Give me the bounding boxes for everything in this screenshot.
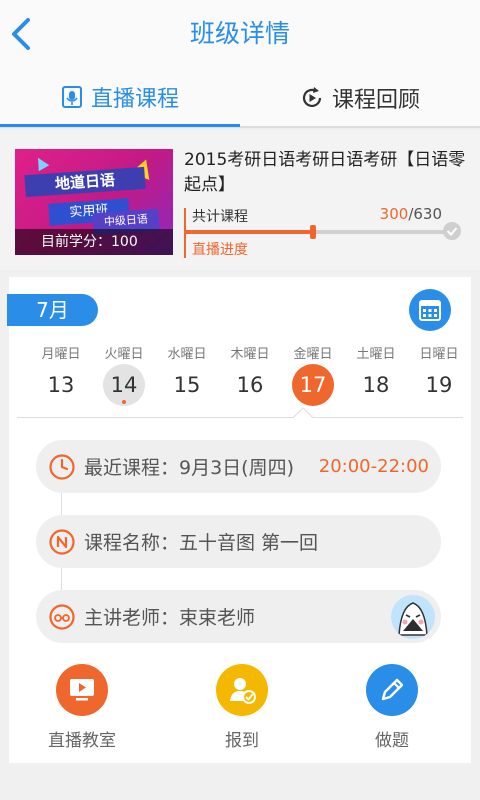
day-cell[interactable]: 水曜日 15 [157, 343, 217, 406]
live-room-icon [56, 664, 108, 716]
back-button[interactable] [8, 14, 38, 54]
day-number: 15 [173, 373, 201, 397]
divider [17, 417, 463, 418]
weekday-name: 火曜日 [104, 347, 144, 362]
clock-icon [49, 453, 75, 480]
top-bar: 班级详情 [0, 0, 480, 70]
progress-marker [309, 225, 316, 239]
day-cell[interactable]: 木曜日 16 [220, 343, 280, 406]
live-class-icon [61, 85, 83, 109]
day-number: 16 [236, 373, 264, 397]
tab-live-course-label: 直播课程 [90, 87, 179, 112]
day-number: 19 [425, 373, 453, 397]
day-cell-today[interactable]: 火曜日 14 [94, 343, 154, 406]
connector-line [61, 568, 62, 590]
month-badge: 7月 [7, 294, 98, 326]
day-number: 18 [362, 373, 390, 397]
exercise-button[interactable]: 做题 [332, 664, 452, 751]
calendar-icon [419, 300, 441, 321]
day-number: 17 [292, 364, 334, 406]
glasses-icon [49, 603, 75, 630]
day-number: 14 [103, 364, 145, 406]
tab-bar: 直播课程 课程回顾 [0, 70, 480, 128]
teacher-avatar[interactable] [391, 594, 435, 639]
tab-live-course[interactable]: 直播课程 [0, 70, 240, 127]
day-cell-selected[interactable]: 金曜日 17 [283, 343, 343, 406]
course-count: 300/630 [380, 205, 442, 223]
recent-course-text: 最近课程：9月3日(周四) [84, 457, 295, 479]
total-count: /630 [408, 205, 442, 223]
thumb-line-1: 地道日语 [24, 166, 146, 198]
done-count: 300 [379, 205, 409, 223]
total-courses-label: 共计课程 [192, 209, 248, 225]
course-summary[interactable]: 地道日语 实用班 中级日语 目前学分：100 2015考研日语考研日语考研【日语… [0, 130, 480, 270]
day-number-text: 14 [110, 373, 138, 397]
action-bar: 直播教室 报到 做题 [9, 664, 471, 754]
day-number: 13 [47, 373, 75, 397]
credit-text: 目前学分：100 [15, 229, 173, 255]
live-room-button[interactable]: 直播教室 [22, 664, 142, 751]
teacher-row[interactable]: 主讲老师：束束老师 [36, 590, 441, 643]
weekday-name: 木曜日 [230, 347, 270, 362]
course-time: 20:00-22:00 [318, 456, 429, 477]
weekday-name: 土曜日 [356, 347, 396, 362]
replay-icon [300, 86, 324, 110]
check-circle-icon [443, 222, 461, 240]
teacher-text: 主讲老师：束束老师 [84, 607, 256, 629]
course-name-row[interactable]: 课程名称：五十音图 第一回 [36, 515, 441, 568]
check-in-label: 报到 [225, 731, 259, 751]
week-strip: 月曜日 13 火曜日 14 水曜日 15 木曜日 16 金曜日 17 土曜日 1… [21, 343, 459, 415]
check-in-icon [216, 664, 268, 716]
calendar-button[interactable] [409, 289, 451, 331]
progress-label: 直播进度 [192, 242, 248, 258]
tab-course-review[interactable]: 课程回顾 [240, 70, 480, 126]
weekday-name: 月曜日 [41, 347, 81, 362]
chevron-left-icon [12, 18, 30, 50]
decor-spark-icon [32, 154, 50, 172]
page-title: 班级详情 [189, 19, 290, 48]
day-cell[interactable]: 月曜日 13 [31, 343, 91, 406]
today-dot [122, 400, 126, 404]
live-room-label: 直播教室 [48, 731, 116, 751]
progress-bar [184, 225, 454, 239]
schedule-card: 7月 月曜日 13 火曜日 14 水曜日 15 木曜日 16 金曜日 17 土曜… [7, 277, 471, 763]
weekday-name: 水曜日 [167, 347, 207, 362]
cartoon-face-icon [398, 601, 428, 636]
progress-bar-fill [184, 230, 313, 234]
letter-n-icon [49, 528, 75, 555]
course-thumbnail: 地道日语 实用班 中级日语 目前学分：100 [15, 149, 173, 255]
pencil-icon [366, 664, 418, 716]
day-cell[interactable]: 日曜日 19 [409, 343, 469, 406]
tab-course-review-label: 课程回顾 [331, 88, 420, 113]
weekday-name: 日曜日 [419, 347, 459, 362]
course-name-text: 课程名称：五十音图 第一回 [84, 532, 319, 554]
check-in-button[interactable]: 报到 [182, 664, 302, 751]
weekday-name: 金曜日 [293, 347, 333, 362]
day-cell[interactable]: 土曜日 18 [346, 343, 406, 406]
recent-course-row[interactable]: 最近课程：9月3日(周四) 20:00-22:00 [36, 440, 441, 493]
course-title: 2015考研日语考研日语考研【日语零起点】 [184, 150, 466, 195]
exercise-label: 做题 [375, 731, 409, 751]
connector-line [61, 493, 62, 515]
